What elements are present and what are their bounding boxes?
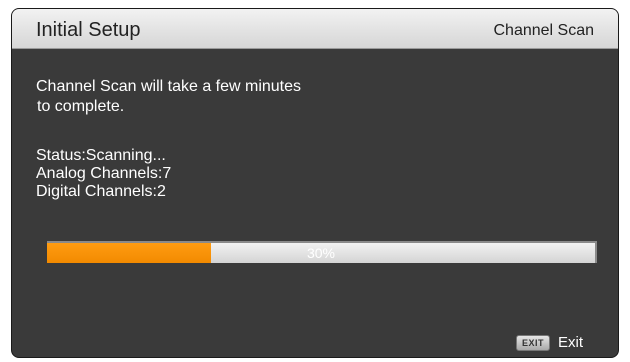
analog-channel-count: Analog Channels:7 <box>36 165 172 182</box>
channel-scan-screen: Initial Setup Channel Scan Channel Scan … <box>11 8 619 358</box>
scan-message: Channel Scan will take a few minutes to … <box>36 77 301 117</box>
header-bar: Initial Setup Channel Scan <box>12 9 618 49</box>
scan-status: Status:Scanning... <box>36 147 166 164</box>
exit-hint[interactable]: EXIT Exit <box>515 334 583 351</box>
scan-progress-label: 30% <box>306 245 336 261</box>
digital-channel-count: Digital Channels:2 <box>36 183 166 200</box>
scan-message-line2: to complete. <box>37 98 125 115</box>
section-title: Channel Scan <box>493 22 594 39</box>
exit-key-icon: EXIT <box>515 334 550 351</box>
scan-message-line1: Channel Scan will take a few minutes <box>36 78 302 95</box>
scan-progress-bar: 30% <box>47 241 597 263</box>
scan-status-block: Status:Scanning... Analog Channels:7 Dig… <box>36 147 171 201</box>
page-title: Initial Setup <box>36 19 141 41</box>
exit-label: Exit <box>557 334 583 351</box>
